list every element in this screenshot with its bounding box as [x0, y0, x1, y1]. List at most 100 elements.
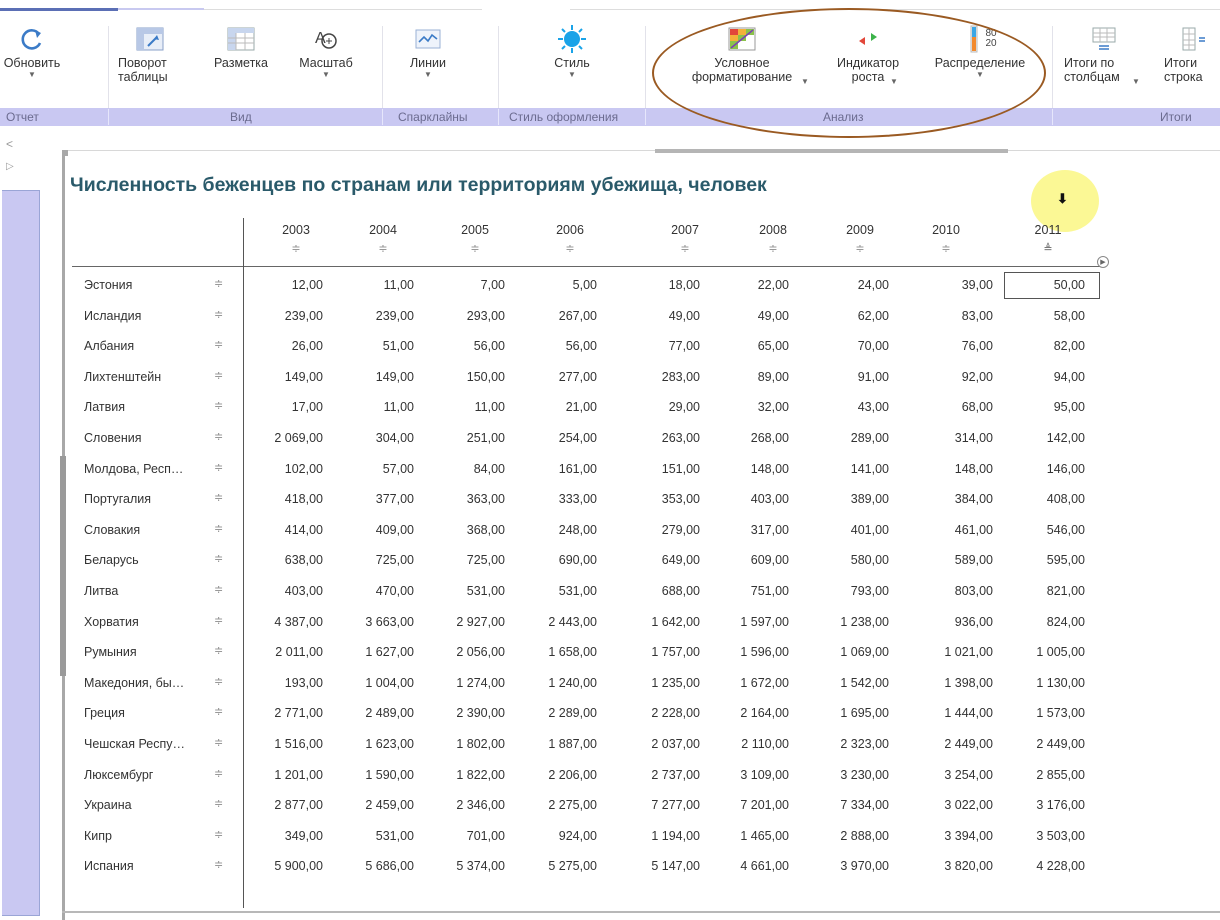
table-cell[interactable]: 701,00: [425, 829, 505, 843]
table-cell[interactable]: 29,00: [620, 400, 700, 414]
table-cell[interactable]: 418,00: [243, 492, 323, 506]
table-cell[interactable]: 263,00: [620, 431, 700, 445]
table-cell[interactable]: 5,00: [517, 278, 597, 292]
table-cell[interactable]: 148,00: [913, 462, 993, 476]
table-cell[interactable]: 65,00: [709, 339, 789, 353]
layout-button[interactable]: Разметка: [210, 22, 272, 70]
table-cell[interactable]: 2 737,00: [620, 768, 700, 782]
table-cell[interactable]: 461,00: [913, 523, 993, 537]
table-cell[interactable]: 1 672,00: [709, 676, 789, 690]
table-cell[interactable]: 56,00: [517, 339, 597, 353]
table-cell[interactable]: 353,00: [620, 492, 700, 506]
horizontal-scrollbar[interactable]: [655, 149, 1008, 153]
table-cell[interactable]: 2 771,00: [243, 706, 323, 720]
filter-icon[interactable]: ≑: [214, 338, 223, 351]
table-cell[interactable]: 76,00: [913, 339, 993, 353]
row-header-country[interactable]: Кипр: [84, 829, 209, 843]
table-cell[interactable]: 2 489,00: [334, 706, 414, 720]
table-cell[interactable]: 12,00: [243, 278, 323, 292]
table-cell[interactable]: 1 444,00: [913, 706, 993, 720]
filter-icon[interactable]: ≑: [640, 242, 730, 255]
table-cell[interactable]: 1 194,00: [620, 829, 700, 843]
table-cell[interactable]: 609,00: [709, 553, 789, 567]
table-cell[interactable]: 49,00: [620, 309, 700, 323]
table-cell[interactable]: 2 449,00: [913, 737, 993, 751]
table-cell[interactable]: 277,00: [517, 370, 597, 384]
row-header-country[interactable]: Албания: [84, 339, 209, 353]
table-cell[interactable]: 17,00: [243, 400, 323, 414]
table-cell[interactable]: 1 465,00: [709, 829, 789, 843]
selected-cell[interactable]: [1004, 272, 1100, 299]
table-cell[interactable]: 3 970,00: [809, 859, 889, 873]
table-cell[interactable]: 363,00: [425, 492, 505, 506]
table-cell[interactable]: 368,00: [425, 523, 505, 537]
row-header-country[interactable]: Испания: [84, 859, 209, 873]
cell-menu-icon[interactable]: ▶: [1097, 256, 1109, 268]
table-cell[interactable]: 5 275,00: [517, 859, 597, 873]
zoom-button[interactable]: A Масштаб ▼: [294, 22, 358, 80]
pivot-table-button[interactable]: Поворот таблицы: [118, 22, 182, 84]
table-cell[interactable]: 3 109,00: [709, 768, 789, 782]
table-cell[interactable]: 546,00: [1005, 523, 1085, 537]
table-cell[interactable]: 1 596,00: [709, 645, 789, 659]
filter-icon[interactable]: ≑: [214, 644, 223, 657]
table-cell[interactable]: 51,00: [334, 339, 414, 353]
table-cell[interactable]: 1 004,00: [334, 676, 414, 690]
row-header-country[interactable]: Хорватия: [84, 615, 209, 629]
table-cell[interactable]: 389,00: [809, 492, 889, 506]
table-cell[interactable]: 254,00: [517, 431, 597, 445]
filter-icon[interactable]: ≑: [901, 242, 991, 255]
filter-icon[interactable]: ≑: [214, 369, 223, 382]
sort-ascending-icon[interactable]: ≜: [1003, 242, 1093, 255]
table-cell[interactable]: 2 011,00: [243, 645, 323, 659]
table-cell[interactable]: 82,00: [1005, 339, 1085, 353]
table-cell[interactable]: 3 820,00: [913, 859, 993, 873]
table-cell[interactable]: 638,00: [243, 553, 323, 567]
table-cell[interactable]: 1 627,00: [334, 645, 414, 659]
table-cell[interactable]: 2 877,00: [243, 798, 323, 812]
row-header-country[interactable]: Румыния: [84, 645, 209, 659]
table-cell[interactable]: 289,00: [809, 431, 889, 445]
table-cell[interactable]: 403,00: [709, 492, 789, 506]
table-cell[interactable]: 2 056,00: [425, 645, 505, 659]
table-cell[interactable]: 414,00: [243, 523, 323, 537]
table-cell[interactable]: 1 822,00: [425, 768, 505, 782]
table-cell[interactable]: 5 686,00: [334, 859, 414, 873]
table-cell[interactable]: 1 238,00: [809, 615, 889, 629]
table-cell[interactable]: 26,00: [243, 339, 323, 353]
table-cell[interactable]: 248,00: [517, 523, 597, 537]
table-cell[interactable]: 317,00: [709, 523, 789, 537]
collapse-left-icon[interactable]: <: [6, 137, 13, 151]
filter-icon[interactable]: ≑: [430, 242, 520, 255]
row-header-country[interactable]: Лихтенштейн: [84, 370, 209, 384]
table-cell[interactable]: 1 590,00: [334, 768, 414, 782]
row-header-country[interactable]: Литва: [84, 584, 209, 598]
table-cell[interactable]: 5 374,00: [425, 859, 505, 873]
table-cell[interactable]: 102,00: [243, 462, 323, 476]
table-cell[interactable]: 531,00: [517, 584, 597, 598]
table-cell[interactable]: 58,00: [1005, 309, 1085, 323]
table-cell[interactable]: 83,00: [913, 309, 993, 323]
table-cell[interactable]: 91,00: [809, 370, 889, 384]
table-cell[interactable]: 1 802,00: [425, 737, 505, 751]
filter-icon[interactable]: ≑: [214, 552, 223, 565]
filter-icon[interactable]: ≑: [214, 491, 223, 504]
row-header-country[interactable]: Люксембург: [84, 768, 209, 782]
filter-icon[interactable]: ≑: [214, 828, 223, 841]
table-cell[interactable]: 580,00: [809, 553, 889, 567]
column-totals-button[interactable]: Итоги по столбцам ▼: [1064, 22, 1144, 86]
table-cell[interactable]: 333,00: [517, 492, 597, 506]
filter-icon[interactable]: ≑: [214, 430, 223, 443]
table-cell[interactable]: 3 176,00: [1005, 798, 1085, 812]
table-cell[interactable]: 936,00: [913, 615, 993, 629]
table-cell[interactable]: 22,00: [709, 278, 789, 292]
table-cell[interactable]: 2 855,00: [1005, 768, 1085, 782]
table-cell[interactable]: 2 037,00: [620, 737, 700, 751]
table-cell[interactable]: 793,00: [809, 584, 889, 598]
table-cell[interactable]: 3 022,00: [913, 798, 993, 812]
table-cell[interactable]: 239,00: [334, 309, 414, 323]
row-header-country[interactable]: Португалия: [84, 492, 209, 506]
sparkline-lines-button[interactable]: Линии ▼: [402, 22, 454, 80]
table-cell[interactable]: 1 757,00: [620, 645, 700, 659]
table-cell[interactable]: 24,00: [809, 278, 889, 292]
